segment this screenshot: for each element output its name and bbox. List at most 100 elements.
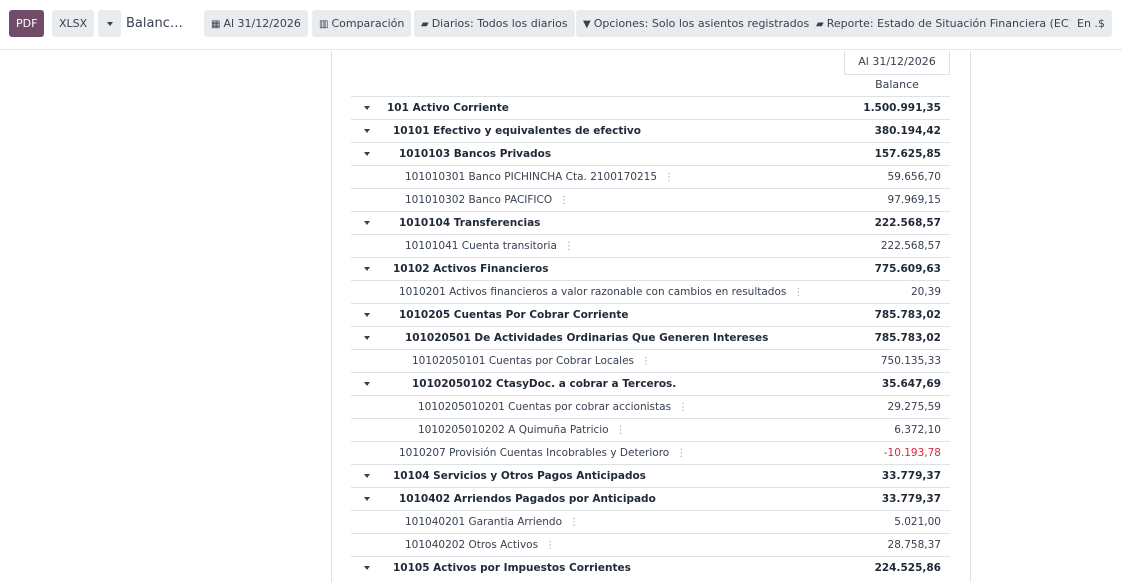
expand-toggle-icon[interactable] [364,313,370,317]
xlsx-label: XLSX [59,17,88,30]
column-date-header: Al 31/12/2026 [844,51,950,75]
line-balance: 750.135,33 [880,355,941,367]
journals-filter-button[interactable]: ▰ Diarios: Todos los diarios [414,10,575,37]
line-balance: -10.193,78 [883,447,941,459]
report-lines: 101 Activo Corriente 1.500.991,35 10101 Ef… [351,96,950,579]
line-menu-icon[interactable]: ⋮ [616,425,626,436]
options-label: Opciones: Solo los asientos registrados [593,17,810,30]
line-menu-icon[interactable]: ⋮ [545,540,555,551]
line-balance: 33.779,37 [881,470,941,482]
line-menu-icon[interactable]: ⋮ [569,517,579,528]
line-name: 10102050101 Cuentas por Cobrar Locales ⋮ [412,355,651,367]
date-filter-button[interactable]: ▦ Al 31/12/2026 [204,10,308,37]
options-filter-button[interactable]: ▼ Opciones: Solo los asientos registrados [576,10,817,37]
line-name: 101010302 Banco PACIFICO ⋮ [405,194,570,206]
filter-icon: ▼ [583,19,591,30]
line-menu-icon[interactable]: ⋮ [641,356,651,367]
report-variant-label: Reporte: Estado de Situación Financiera … [826,17,1073,30]
line-balance: 222.568,57 [880,240,941,252]
line-balance: 28.758,37 [887,539,941,551]
line-balance: 97.969,15 [887,194,941,206]
line-name: 101010301 Banco PICHINCHA Cta. 210017021… [405,171,675,183]
line-balance: 5.021,00 [894,516,941,528]
line-balance: 775.609,63 [874,263,941,275]
report-sheet: Al 31/12/2026 Balance 101 Activo Corrien… [331,51,971,582]
currency-label: En .$ [1077,17,1105,30]
line-menu-icon[interactable]: ⋮ [676,448,686,459]
report-line[interactable]: 101 Activo Corriente 1.500.991,35 [351,96,950,119]
calendar-icon: ▦ [211,19,221,30]
report-line: 10101041 Cuenta transitoria ⋮ 222.568,57 [351,234,950,257]
comparison-button[interactable]: ▥ Comparación [312,10,412,37]
column-balance-header: Balance [875,78,919,91]
report-line[interactable]: 101020501 De Actividades Ordinarias Que … [351,326,950,349]
line-menu-icon[interactable]: ⋮ [664,172,674,183]
report-line[interactable]: 1010104 Transferencias 222.568,57 [351,211,950,234]
currency-button[interactable]: En .$ [1070,10,1112,37]
line-balance: 6.372,10 [894,424,941,436]
line-balance: 29.275,59 [887,401,941,413]
report-line: 101010301 Banco PICHINCHA Cta. 210017021… [351,165,950,188]
pdf-label: PDF [16,17,38,30]
report-line[interactable]: 10102050102 CtasyDoc. a cobrar a Tercero… [351,372,950,395]
export-dropdown-button[interactable] [98,10,121,37]
expand-toggle-icon[interactable] [364,566,370,570]
caret-down-icon [106,22,113,26]
line-name: 10102050102 CtasyDoc. a cobrar a Tercero… [412,378,677,390]
book-icon: ▰ [816,19,824,30]
report-title: Balanc… [126,16,183,31]
line-menu-icon[interactable]: ⋮ [559,195,569,206]
pdf-button[interactable]: PDF [9,10,45,37]
report-line: 10102050101 Cuentas por Cobrar Locales ⋮ 7… [351,349,950,372]
line-menu-icon[interactable]: ⋮ [678,402,688,413]
line-menu-icon[interactable]: ⋮ [564,241,574,252]
line-name: 1010205010201 Cuentas por cobrar accioni… [418,401,689,413]
report-line[interactable]: 1010205 Cuentas Por Cobrar Corriente 785.… [351,303,950,326]
expand-toggle-icon[interactable] [364,497,370,501]
line-balance: 59.656,70 [887,171,941,183]
xlsx-button[interactable]: XLSX [52,10,95,37]
expand-toggle-icon[interactable] [364,129,370,133]
line-balance: 224.525,86 [874,562,941,574]
line-balance: 157.625,85 [874,148,941,160]
line-name: 10101 Efectivo y equivalentes de efectiv… [393,125,641,137]
report-line[interactable]: 1010103 Bancos Privados 157.625,85 [351,142,950,165]
report-line[interactable]: 10102 Activos Financieros 775.609,63 [351,257,950,280]
book-icon: ▰ [421,19,429,30]
report-line: 101040202 Otros Activos ⋮ 28.758,37 [351,533,950,556]
report-line: 101040201 Garantia Arriendo ⋮ 5.021,00 [351,510,950,533]
line-name: 10104 Servicios y Otros Pagos Anticipado… [393,470,646,482]
expand-toggle-icon[interactable] [364,267,370,271]
line-balance: 20,39 [910,286,941,298]
report-line: 1010205010202 A Quimuña Patricio ⋮ 6.372,1… [351,418,950,441]
expand-toggle-icon[interactable] [364,221,370,225]
expand-toggle-icon[interactable] [364,474,370,478]
line-balance: 33.779,37 [881,493,941,505]
line-name: 1010205 Cuentas Por Cobrar Corriente [399,309,629,321]
line-balance: 1.500.991,35 [863,102,941,114]
line-balance: 222.568,57 [874,217,941,229]
report-line[interactable]: 10105 Activos por Impuestos Corrientes 22… [351,556,950,579]
line-name: 10105 Activos por Impuestos Corrientes [393,562,631,574]
report-line[interactable]: 10104 Servicios y Otros Pagos Anticipado… [351,464,950,487]
journals-label: Diarios: Todos los diarios [431,17,568,30]
line-name: 101020501 De Actividades Ordinarias Que … [405,332,769,344]
expand-toggle-icon[interactable] [364,336,370,340]
line-name: 1010402 Arriendos Pagados por Anticipado [399,493,656,505]
line-name: 101040201 Garantia Arriendo ⋮ [405,516,579,528]
line-menu-icon[interactable]: ⋮ [793,287,803,298]
expand-toggle-icon[interactable] [364,106,370,110]
line-name: 1010205010202 A Quimuña Patricio ⋮ [418,424,626,436]
line-name: 101 Activo Corriente [387,102,509,114]
line-balance: 380.194,42 [874,125,941,137]
bar-chart-icon: ▥ [319,19,329,30]
report-line[interactable]: 1010402 Arriendos Pagados por Anticipado… [351,487,950,510]
report-line[interactable]: 10101 Efectivo y equivalentes de efectiv… [351,119,950,142]
expand-toggle-icon[interactable] [364,152,370,156]
expand-toggle-icon[interactable] [364,382,370,386]
line-balance: 785.783,02 [874,309,941,321]
report-line: 1010201 Activos financieros a valor razo… [351,280,950,303]
line-name: 1010103 Bancos Privados [399,148,552,160]
comparison-label: Comparación [331,17,405,30]
report-variant-button[interactable]: ▰ Reporte: Estado de Situación Financiera… [809,10,1080,37]
